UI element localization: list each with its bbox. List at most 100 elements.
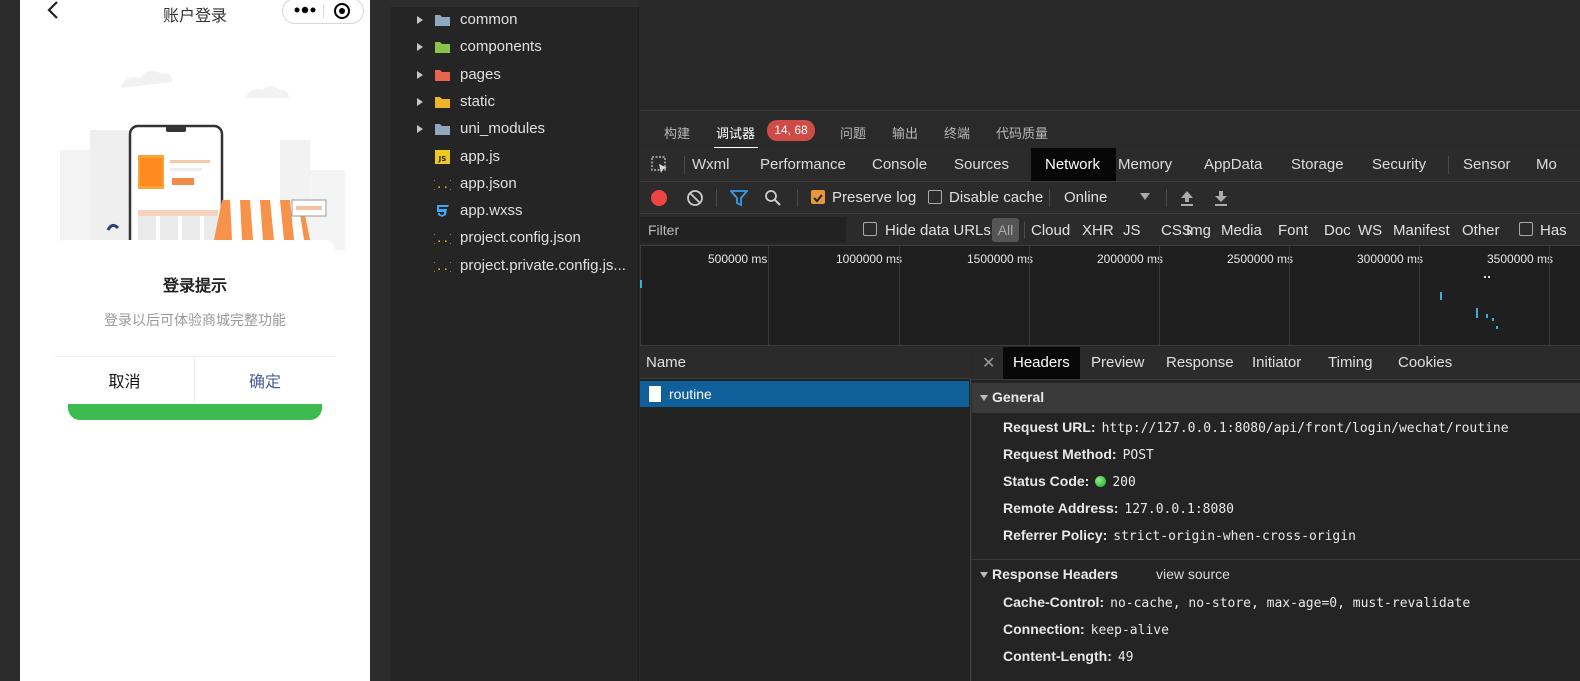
request-timing-mark [1486,314,1488,318]
file-tree-item[interactable]: {..} project.config.json [390,225,639,252]
details-tab-response[interactable]: Response [1166,347,1234,379]
panel-tab-performance[interactable]: Performance [760,148,846,181]
file-tree-label: components [460,38,542,56]
request-row[interactable]: routine [640,381,969,407]
filter-type-all[interactable]: All [992,218,1019,242]
panel-tab-console[interactable]: Console [872,148,927,181]
panel-tab-security[interactable]: Security [1372,148,1426,181]
panel-tab-sensor[interactable]: Sensor [1463,148,1511,181]
cancel-button[interactable]: 取消 [55,357,194,409]
chevron-right-icon[interactable] [417,97,423,106]
timeline-gridline [1549,246,1550,346]
file-tree-item[interactable]: {..} app.json [390,171,639,198]
chevron-right-icon[interactable] [417,43,423,52]
close-details-icon[interactable]: ✕ [982,353,995,373]
close-target-icon[interactable] [333,2,351,20]
view-source-link[interactable]: view source [1156,566,1230,582]
toolbar-divider [684,156,685,174]
panel-tab-appdata[interactable]: AppData [1204,148,1262,181]
timeline-gridline [1289,246,1290,346]
tab-output[interactable]: 输出 [892,123,918,142]
filter-type-media[interactable]: Media [1221,222,1262,239]
preserve-log-label: Preserve log [832,189,917,206]
panel-tab-memory[interactable]: Memory [1118,148,1172,181]
details-tab-cookies[interactable]: Cookies [1398,347,1452,379]
filter-type-other[interactable]: Other [1462,222,1500,239]
filter-type-ws[interactable]: WS [1358,222,1382,239]
has-blocked-cookies-label: Has [1540,222,1567,239]
timeline-tick-label: 2000000 ms [1097,252,1164,266]
filter-type-manifest[interactable]: Manifest [1393,222,1450,239]
filter-type-xhr[interactable]: XHR [1082,222,1114,239]
panel-tab-storage[interactable]: Storage [1291,148,1344,181]
confirm-button[interactable]: 确定 [195,357,335,409]
panel-tab-sources[interactable]: Sources [954,148,1009,181]
tab-debugger[interactable]: 调试器 [716,123,755,142]
import-har-icon[interactable] [1178,189,1196,207]
error-warning-badge: 14, 68 [767,120,815,141]
file-tree-item[interactable]: app.wxss [390,198,639,225]
chevron-right-icon[interactable] [417,125,423,134]
toolbar-divider [797,189,798,207]
tab-code-quality[interactable]: 代码质量 [996,123,1048,142]
preserve-log-checkbox[interactable] [811,190,825,204]
details-tab-preview[interactable]: Preview [1091,347,1144,379]
general-section-header[interactable]: General [972,383,1580,413]
filter-type-js[interactable]: JS [1123,222,1141,239]
file-tree-item[interactable]: common [390,7,639,34]
chevron-right-icon[interactable] [417,16,423,24]
tab-terminal[interactable]: 终端 [944,123,970,142]
timeline-tick-label: 500000 ms [708,252,768,266]
header-key: Status Code: [1003,473,1090,489]
chevron-down-icon[interactable] [1140,193,1150,200]
phone-simulator: 账户登录 登录提示 登录以后可体验商城完整功能 取消 确定 [20,0,370,681]
export-har-icon[interactable] [1212,189,1230,207]
panel-tab-wxml[interactable]: Wxml [692,148,730,181]
timeline-tick-label: 3000000 ms [1357,252,1424,266]
tab-issues[interactable]: 问题 [840,123,866,142]
more-dots-icon[interactable] [293,3,317,17]
file-tree-item[interactable]: {..} project.private.config.js... [390,253,639,280]
wechat-login-button[interactable] [68,404,322,420]
timeline-tick-label: 1500000 ms [967,252,1034,266]
throttling-select[interactable]: Online [1064,189,1107,206]
file-tree-item[interactable]: uni_modules [390,116,639,143]
tab-build[interactable]: 构建 [664,123,690,142]
devtools-panel: 构建 调试器 14, 68 问题 输出 终端 代码质量 Wxml Performa… [640,0,1580,681]
filter-input[interactable] [640,217,846,243]
filter-type-doc[interactable]: Doc [1324,222,1351,239]
has-blocked-cookies-checkbox[interactable] [1519,222,1533,236]
timeline-gridline [1419,246,1420,346]
js-file-icon: JS [435,149,450,164]
file-tree-item[interactable]: pages [390,62,639,89]
file-tree-item[interactable]: static [390,89,639,116]
panel-tab-network[interactable]: Network [1031,148,1116,181]
login-illustration [60,70,345,250]
clear-icon[interactable] [686,189,704,207]
filter-type-font[interactable]: Font [1278,222,1308,239]
disable-cache-checkbox[interactable] [928,190,942,204]
filter-icon[interactable] [730,189,748,207]
search-icon[interactable] [764,189,782,207]
filter-type-img[interactable]: Img [1186,222,1211,239]
request-timing-mark [1492,318,1494,321]
panel-tab-mo[interactable]: Mo [1536,148,1557,181]
file-tree-item[interactable]: components [390,34,639,61]
hide-data-urls-label: Hide data URLs [885,222,991,239]
details-tab-initiator[interactable]: Initiator [1252,347,1301,379]
header-row: Request Method: POST [1003,446,1154,463]
record-button[interactable] [651,190,667,206]
filter-type-cloud[interactable]: Cloud [1031,222,1070,239]
hide-data-urls-checkbox[interactable] [863,222,877,236]
file-tree-item[interactable]: JS app.js [390,144,639,171]
request-timing-mark [640,280,642,288]
details-tab-timing[interactable]: Timing [1328,347,1372,379]
name-column-header[interactable]: Name [640,347,971,379]
explorer-header-strip [390,0,639,7]
timeline-gridline [768,246,769,346]
header-value: http://127.0.0.1:8080/api/front/login/we… [1101,421,1509,436]
response-headers-section-header[interactable]: Response Headers view source [972,559,1580,589]
details-tab-headers[interactable]: Headers [1003,347,1080,379]
inspect-element-icon[interactable] [651,156,669,174]
chevron-right-icon[interactable] [417,70,423,79]
